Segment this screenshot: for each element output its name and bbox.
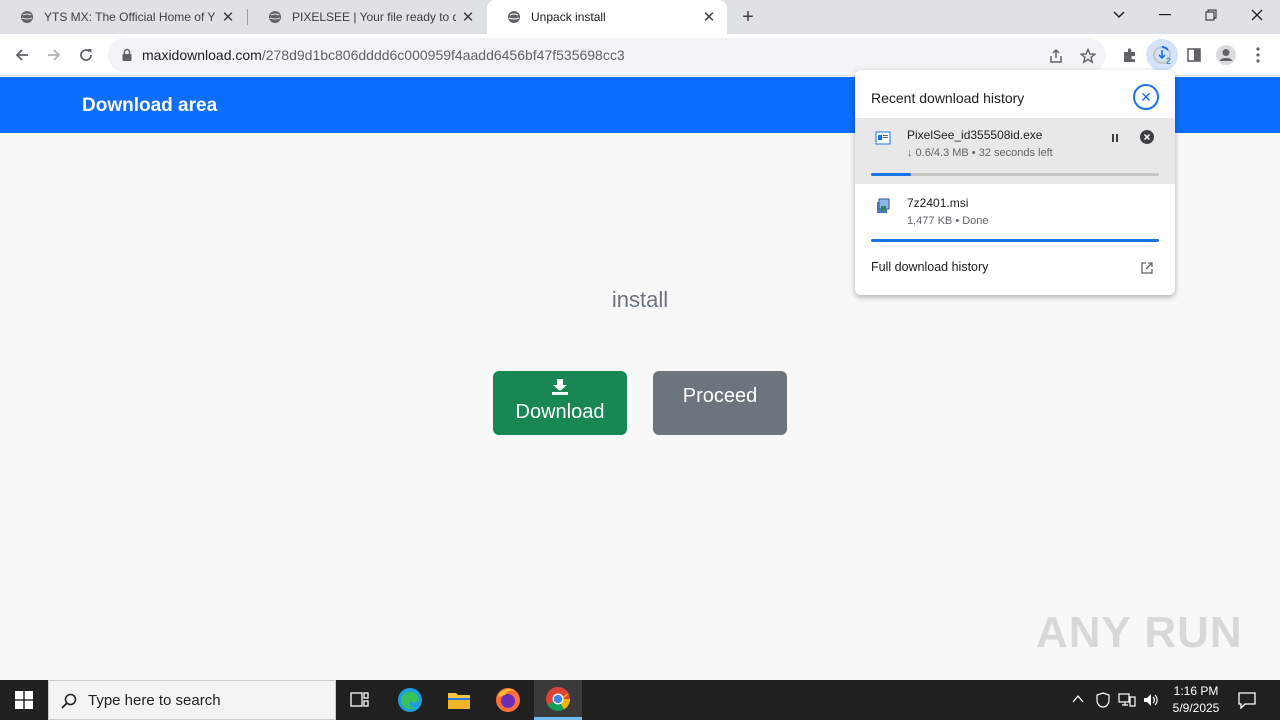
windows-logo-icon: [15, 691, 33, 709]
url-text[interactable]: maxidownload.com/278d9d1bc806dddd6c00095…: [142, 47, 625, 63]
close-window-button[interactable]: [1234, 0, 1280, 30]
network-icon[interactable]: [1118, 692, 1136, 708]
download-button[interactable]: Download: [493, 371, 627, 435]
download-button-label: Download: [515, 401, 605, 423]
restore-button[interactable]: [1188, 0, 1234, 30]
downloads-button[interactable]: 2: [1146, 39, 1178, 71]
download-history-popup: Recent download history ✕ PixelSee_id355…: [855, 70, 1175, 295]
tab-pixelsee[interactable]: PIXELSEE | Your file ready to download ✕: [248, 0, 486, 34]
back-arrow-icon: [15, 49, 28, 61]
share-icon[interactable]: [1048, 48, 1064, 64]
back-button[interactable]: [6, 39, 38, 71]
download-filename: PixelSee_id355508id.exe: [907, 128, 1043, 142]
tab-title: YTS MX: The Official Home of YIFY: [44, 10, 216, 24]
minimize-button[interactable]: [1142, 0, 1188, 30]
firefox-icon[interactable]: [484, 680, 532, 720]
forward-button[interactable]: [38, 39, 70, 71]
new-tab-button[interactable]: +: [736, 5, 760, 29]
defender-shield-icon[interactable]: [1096, 692, 1110, 708]
clock-time: 1:16 PM: [1173, 684, 1219, 698]
tab-strip: YTS MX: The Official Home of YIFY ✕ PIXE…: [0, 0, 1280, 34]
download-item-pixelsee[interactable]: PixelSee_id355508id.exe ↓ 0.6/4.3 MB • 3…: [855, 118, 1175, 184]
chrome-taskbar-icon[interactable]: [534, 680, 582, 720]
download-status: ↓ 0.6/4.3 MB • 32 seconds left: [907, 147, 1053, 159]
url-path: /278d9d1bc806dddd6c000959f4aadd6456bf47f…: [261, 47, 625, 63]
globe-icon: [269, 11, 281, 23]
tray-chevron-up-icon[interactable]: [1072, 694, 1084, 704]
close-popup-icon[interactable]: ✕: [1133, 84, 1159, 110]
tab-yts[interactable]: YTS MX: The Official Home of YIFY ✕: [0, 0, 246, 34]
profile-avatar-icon[interactable]: [1210, 39, 1242, 71]
search-placeholder: Type here to search: [88, 692, 221, 709]
download-count-badge: 2: [1166, 56, 1172, 66]
exe-file-icon: [875, 131, 891, 145]
lock-icon[interactable]: [120, 48, 134, 62]
taskbar-search-box[interactable]: Type here to search: [48, 680, 336, 720]
open-external-icon[interactable]: [1141, 262, 1153, 274]
tab-title: PIXELSEE | Your file ready to download: [292, 10, 456, 24]
popup-title: Recent download history: [871, 90, 1025, 106]
download-status: 1,477 KB • Done: [907, 215, 989, 227]
download-filename: 7z2401.msi: [907, 196, 969, 210]
tab-title: Unpack install: [531, 10, 606, 24]
notification-icon[interactable]: [1238, 691, 1256, 709]
start-button[interactable]: [0, 680, 48, 720]
anyrun-watermark: ANY RUN: [1036, 608, 1243, 657]
tab-unpack-install[interactable]: Unpack install ✕: [487, 0, 727, 34]
reload-button[interactable]: [70, 39, 102, 71]
full-download-history-link[interactable]: Full download history: [871, 260, 988, 274]
cancel-download-icon[interactable]: [1140, 130, 1154, 144]
tab-search-chevron-icon[interactable]: [1096, 0, 1142, 30]
download-progress-bar: [871, 173, 1159, 176]
close-tab-icon[interactable]: ✕: [697, 5, 721, 29]
bookmark-star-icon[interactable]: [1080, 48, 1096, 64]
clock-date: 5/9/2025: [1172, 701, 1220, 715]
msi-installer-icon: [877, 198, 890, 213]
reload-icon: [80, 49, 92, 61]
download-progress-fill: [871, 173, 912, 176]
globe-icon: [21, 11, 33, 23]
close-tab-icon[interactable]: ✕: [216, 5, 240, 29]
download-icon: [552, 379, 568, 395]
volume-icon[interactable]: [1142, 692, 1160, 708]
extensions-puzzle-icon[interactable]: [1114, 39, 1146, 71]
globe-icon: [508, 11, 520, 23]
side-panel-icon[interactable]: [1178, 39, 1210, 71]
page-title: Download area: [82, 95, 218, 116]
menu-kebab-icon[interactable]: [1242, 39, 1274, 71]
download-progress-fill: [871, 239, 1159, 242]
address-bar[interactable]: maxidownload.com/278d9d1bc806dddd6c00095…: [108, 38, 1106, 72]
proceed-button-label: Proceed: [682, 385, 758, 407]
close-tab-icon[interactable]: ✕: [456, 5, 480, 29]
forward-arrow-icon: [48, 49, 61, 61]
taskbar-clock[interactable]: 1:16 PM 5/9/2025: [1168, 683, 1224, 717]
pause-icon[interactable]: [1109, 132, 1121, 144]
proceed-button[interactable]: Proceed: [653, 371, 787, 435]
download-progress-bar: [871, 239, 1159, 242]
windows-taskbar: Type here to search 1:16 PM 5/9/2025: [0, 680, 1280, 720]
url-host: maxidownload.com: [142, 47, 262, 63]
download-item-7zip[interactable]: 7z2401.msi 1,477 KB • Done: [855, 186, 1175, 250]
edge-browser-icon[interactable]: [386, 680, 434, 720]
search-icon: [61, 693, 77, 709]
file-explorer-icon[interactable]: [435, 680, 483, 720]
task-view-icon[interactable]: [336, 680, 384, 720]
